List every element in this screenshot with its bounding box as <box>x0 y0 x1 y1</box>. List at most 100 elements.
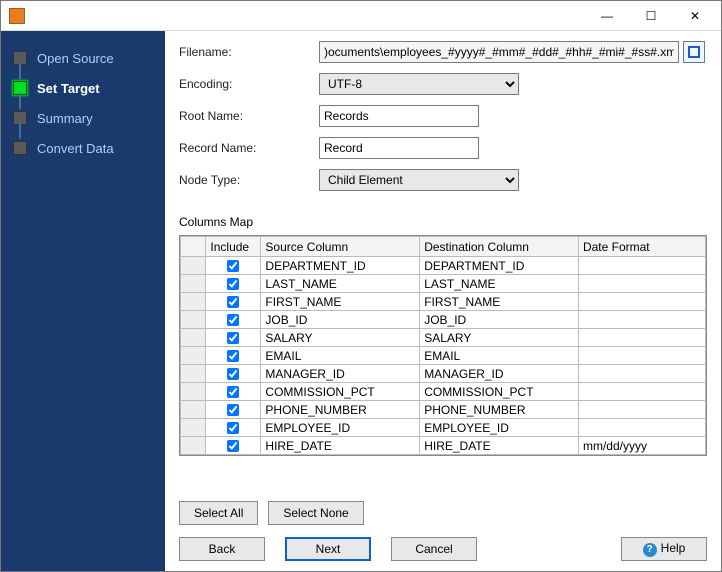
row-grip[interactable] <box>181 257 206 275</box>
help-icon: ? <box>643 543 657 557</box>
dest-cell[interactable]: LAST_NAME <box>420 275 579 293</box>
source-cell[interactable]: DEPARTMENT_ID <box>261 257 420 275</box>
include-checkbox[interactable] <box>227 296 239 308</box>
datefmt-cell[interactable] <box>578 383 705 401</box>
col-include-header[interactable]: Include <box>206 237 261 257</box>
datefmt-cell[interactable] <box>578 365 705 383</box>
recordname-input[interactable] <box>319 137 479 159</box>
step-label: Open Source <box>37 51 114 66</box>
table-row[interactable]: EMPLOYEE_IDEMPLOYEE_ID <box>181 419 706 437</box>
dest-cell[interactable]: PHONE_NUMBER <box>420 401 579 419</box>
close-button[interactable]: ✕ <box>673 2 717 30</box>
source-cell[interactable]: EMAIL <box>261 347 420 365</box>
source-cell[interactable]: HIRE_DATE <box>261 437 420 455</box>
minimize-button[interactable]: — <box>585 2 629 30</box>
row-grip[interactable] <box>181 419 206 437</box>
row-grip[interactable] <box>181 347 206 365</box>
titlebar: — ☐ ✕ <box>1 1 721 31</box>
table-row[interactable]: LAST_NAMELAST_NAME <box>181 275 706 293</box>
source-cell[interactable]: COMMISSION_PCT <box>261 383 420 401</box>
row-grip[interactable] <box>181 383 206 401</box>
table-row[interactable]: JOB_IDJOB_ID <box>181 311 706 329</box>
browse-button[interactable] <box>683 41 705 63</box>
include-checkbox[interactable] <box>227 386 239 398</box>
wizard-sidebar: Open Source Set Target Summary Convert D… <box>1 31 165 571</box>
step-summary[interactable]: Summary <box>13 103 165 133</box>
source-cell[interactable]: LAST_NAME <box>261 275 420 293</box>
table-row[interactable]: MANAGER_IDMANAGER_ID <box>181 365 706 383</box>
datefmt-cell[interactable] <box>578 257 705 275</box>
next-button[interactable]: Next <box>285 537 371 561</box>
source-cell[interactable]: SALARY <box>261 329 420 347</box>
select-all-button[interactable]: Select All <box>179 501 258 525</box>
folder-icon <box>688 46 700 58</box>
row-grip[interactable] <box>181 365 206 383</box>
table-row[interactable]: HIRE_DATEHIRE_DATEmm/dd/yyyy <box>181 437 706 455</box>
select-none-button[interactable]: Select None <box>268 501 363 525</box>
row-grip[interactable] <box>181 329 206 347</box>
source-cell[interactable]: EMPLOYEE_ID <box>261 419 420 437</box>
datefmt-cell[interactable] <box>578 401 705 419</box>
include-checkbox[interactable] <box>227 278 239 290</box>
back-button[interactable]: Back <box>179 537 265 561</box>
include-checkbox[interactable] <box>227 350 239 362</box>
row-grip[interactable] <box>181 401 206 419</box>
source-cell[interactable]: JOB_ID <box>261 311 420 329</box>
dest-cell[interactable]: HIRE_DATE <box>420 437 579 455</box>
datefmt-cell[interactable] <box>578 311 705 329</box>
col-dest-header[interactable]: Destination Column <box>420 237 579 257</box>
col-grip-header <box>181 237 206 257</box>
source-cell[interactable]: PHONE_NUMBER <box>261 401 420 419</box>
row-grip[interactable] <box>181 437 206 455</box>
dest-cell[interactable]: COMMISSION_PCT <box>420 383 579 401</box>
step-open-source[interactable]: Open Source <box>13 43 165 73</box>
nodetype-select[interactable]: Child Element <box>319 169 519 191</box>
include-checkbox[interactable] <box>227 314 239 326</box>
include-checkbox[interactable] <box>227 440 239 452</box>
help-label: Help <box>661 541 686 555</box>
include-checkbox[interactable] <box>227 260 239 272</box>
cancel-button[interactable]: Cancel <box>391 537 477 561</box>
table-row[interactable]: PHONE_NUMBERPHONE_NUMBER <box>181 401 706 419</box>
step-convert-data[interactable]: Convert Data <box>13 133 165 163</box>
include-checkbox[interactable] <box>227 368 239 380</box>
include-checkbox[interactable] <box>227 332 239 344</box>
maximize-button[interactable]: ☐ <box>629 2 673 30</box>
table-row[interactable]: SALARYSALARY <box>181 329 706 347</box>
filename-input[interactable] <box>319 41 679 63</box>
dest-cell[interactable]: FIRST_NAME <box>420 293 579 311</box>
datefmt-cell[interactable] <box>578 419 705 437</box>
step-set-target[interactable]: Set Target <box>13 73 165 103</box>
table-row[interactable]: DEPARTMENT_IDDEPARTMENT_ID <box>181 257 706 275</box>
row-grip[interactable] <box>181 293 206 311</box>
col-source-header[interactable]: Source Column <box>261 237 420 257</box>
datefmt-cell[interactable]: mm/dd/yyyy <box>578 437 705 455</box>
columns-map-label: Columns Map <box>179 215 707 229</box>
include-checkbox[interactable] <box>227 404 239 416</box>
dest-cell[interactable]: EMPLOYEE_ID <box>420 419 579 437</box>
datefmt-cell[interactable] <box>578 293 705 311</box>
dest-cell[interactable]: EMAIL <box>420 347 579 365</box>
recordname-label: Record Name: <box>179 141 319 155</box>
table-row[interactable]: FIRST_NAMEFIRST_NAME <box>181 293 706 311</box>
datefmt-cell[interactable] <box>578 275 705 293</box>
datefmt-cell[interactable] <box>578 347 705 365</box>
help-button[interactable]: ? Help <box>621 537 707 561</box>
dest-cell[interactable]: MANAGER_ID <box>420 365 579 383</box>
dest-cell[interactable]: SALARY <box>420 329 579 347</box>
dest-cell[interactable]: JOB_ID <box>420 311 579 329</box>
col-datefmt-header[interactable]: Date Format <box>578 237 705 257</box>
datefmt-cell[interactable] <box>578 329 705 347</box>
source-cell[interactable]: FIRST_NAME <box>261 293 420 311</box>
filename-label: Filename: <box>179 45 319 59</box>
source-cell[interactable]: MANAGER_ID <box>261 365 420 383</box>
dest-cell[interactable]: DEPARTMENT_ID <box>420 257 579 275</box>
rootname-input[interactable] <box>319 105 479 127</box>
table-row[interactable]: EMAILEMAIL <box>181 347 706 365</box>
step-label: Convert Data <box>37 141 114 156</box>
table-row[interactable]: COMMISSION_PCTCOMMISSION_PCT <box>181 383 706 401</box>
encoding-select[interactable]: UTF-8 <box>319 73 519 95</box>
row-grip[interactable] <box>181 311 206 329</box>
row-grip[interactable] <box>181 275 206 293</box>
include-checkbox[interactable] <box>227 422 239 434</box>
